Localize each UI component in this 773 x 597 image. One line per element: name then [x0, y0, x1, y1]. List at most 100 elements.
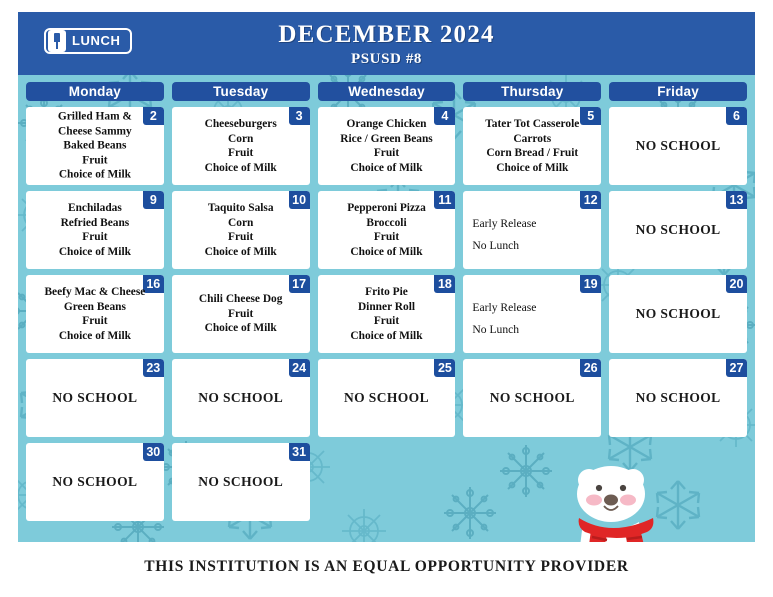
- menu-line: Green Beans: [63, 300, 126, 313]
- no-school-label: NO SCHOOL: [635, 306, 721, 321]
- calendar-day-cell[interactable]: 30 NO SCHOOL: [26, 443, 164, 521]
- calendar-day-cell[interactable]: 24 NO SCHOOL: [171, 359, 310, 437]
- calendar-day-cell[interactable]: 9 Enchiladas Refried Beans Fruit Choice of M…: [26, 191, 164, 269]
- menu-line: Pepperoni Pizza: [347, 201, 426, 214]
- menu-line: Grilled Ham &: [57, 110, 132, 123]
- calendar-day-cell[interactable]: 17 Chili Cheese Dog Fruit Choice of Milk: [171, 275, 310, 353]
- day-header-row: Monday Tuesday Wednesday Thursday Friday: [26, 82, 747, 101]
- title-block: DECEMBER 2024 PSUSD #8: [18, 20, 755, 69]
- menu-line: Choice of Milk: [350, 161, 423, 174]
- menu-line: Orange Chicken: [346, 117, 427, 130]
- menu-line: Corn Bread / Fruit: [486, 147, 579, 159]
- no-school-label: NO SCHOOL: [635, 138, 721, 153]
- menu-line: Corn: [228, 132, 254, 145]
- calendar-day-cell[interactable]: 4 Orange Chicken Rice / Green Beans Fruit Ch…: [317, 107, 456, 185]
- calendar-day-cell[interactable]: 3 Cheeseburgers Corn Fruit Choice of Milk: [171, 107, 310, 185]
- calendar-day-cell[interactable]: 11 Pepperoni Pizza Broccoli Fruit Choice of …: [317, 191, 456, 269]
- menu-items: Frito Pie Dinner Roll Fruit Choice of Milk: [321, 285, 453, 343]
- menu-line: Choice of Milk: [350, 329, 423, 342]
- menu-line: Choice of Milk: [58, 329, 131, 342]
- menu-items: Chili Cheese Dog Fruit Choice of Milk: [175, 292, 307, 336]
- menu-line: Fruit: [82, 315, 108, 327]
- calendar-day-cell[interactable]: 13 NO SCHOOL: [609, 191, 747, 269]
- day-note: Early Release No Lunch: [472, 213, 536, 257]
- menu-line: Corn: [228, 216, 254, 229]
- day-header-thursday: Thursday: [463, 82, 602, 101]
- menu-line: Fruit: [82, 231, 108, 243]
- menu-items: Taquito Salsa Corn Fruit Choice of Milk: [175, 201, 307, 259]
- no-school-label: NO SCHOOL: [635, 390, 721, 405]
- menu-line: Refried Beans: [60, 216, 130, 229]
- menu-line: Broccoli: [366, 216, 407, 229]
- calendar-day-cell[interactable]: 25 NO SCHOOL: [317, 359, 456, 437]
- menu-line: Choice of Milk: [496, 161, 569, 174]
- page-title: DECEMBER 2024: [278, 21, 495, 48]
- calendar-day-cell[interactable]: 16 Beefy Mac & Cheese Green Beans Fruit Choi…: [26, 275, 164, 353]
- no-school-label: NO SCHOOL: [489, 390, 575, 405]
- calendar-day-cell[interactable]: 26 NO SCHOOL: [463, 359, 602, 437]
- no-school-label: NO SCHOOL: [198, 390, 284, 405]
- calendar-week-row: 30 NO SCHOOL 31 NO SCHOOL: [26, 443, 747, 521]
- menu-line: Dinner Roll: [357, 300, 416, 313]
- day-number-badge: 30: [142, 443, 164, 461]
- calendar-week-row: 9 Enchiladas Refried Beans Fruit Choice of M…: [26, 191, 747, 269]
- menu-line: Fruit: [228, 147, 254, 159]
- no-school-label: NO SCHOOL: [52, 390, 138, 405]
- menu-line: Rice / Green Beans: [340, 132, 433, 145]
- footer-notice: THIS INSTITUTION IS AN EQUAL OPPORTUNITY…: [144, 558, 629, 575]
- menu-line: Fruit: [373, 231, 400, 243]
- menu-line: Fruit: [228, 231, 254, 243]
- note-line: No Lunch: [472, 239, 520, 252]
- day-number-badge: 25: [434, 359, 456, 377]
- calendar-day-cell[interactable]: 6 NO SCHOOL: [609, 107, 747, 185]
- no-school-label: NO SCHOOL: [343, 390, 429, 405]
- calendar-cell-empty: [318, 443, 456, 521]
- note-line: Early Release: [472, 217, 537, 230]
- no-school-label: NO SCHOOL: [635, 222, 721, 237]
- menu-items: Orange Chicken Rice / Green Beans Fruit Cho…: [321, 117, 453, 175]
- menu-line: Frito Pie: [365, 285, 408, 298]
- menu-line: Choice of Milk: [350, 245, 423, 258]
- day-header-tuesday: Tuesday: [171, 82, 310, 101]
- calendar-day-cell[interactable]: 18 Frito Pie Dinner Roll Fruit Choice of Mil…: [317, 275, 456, 353]
- day-note: Early Release No Lunch: [472, 297, 536, 341]
- calendar-day-cell[interactable]: 31 NO SCHOOL: [171, 443, 310, 521]
- menu-items: Grilled Ham & Cheese Sammy Baked Beans Frui…: [29, 110, 161, 183]
- day-number-badge: 17: [288, 275, 310, 293]
- district-subtitle: PSUSD #8: [350, 51, 423, 67]
- menu-line: Tater Tot Casserole: [485, 117, 580, 130]
- menu-line: Fruit: [373, 147, 400, 159]
- calendar-cell-empty: [609, 443, 747, 521]
- note-line: No Lunch: [472, 323, 520, 336]
- calendar-grid: Monday Tuesday Wednesday Thursday Friday…: [18, 75, 755, 542]
- menu-line: Choice of Milk: [58, 168, 131, 181]
- calendar-day-cell[interactable]: 27 NO SCHOOL: [609, 359, 747, 437]
- menu-items: Cheeseburgers Corn Fruit Choice of Milk: [175, 117, 307, 175]
- menu-line: Carrots: [513, 132, 552, 145]
- menu-line: Choice of Milk: [204, 245, 277, 258]
- calendar-day-cell[interactable]: 10 Taquito Salsa Corn Fruit Choice of Milk: [171, 191, 310, 269]
- calendar-day-cell[interactable]: 19 Early Release No Lunch: [463, 275, 602, 353]
- calendar-day-cell[interactable]: 5 Tater Tot Casserole Carrots Corn Bread / …: [463, 107, 602, 185]
- lunch-calendar-page: LUNCH DECEMBER 2024 PSUSD #8 Monday Tues…: [0, 0, 773, 597]
- calendar-week-row: 2 Grilled Ham & Cheese Sammy Baked Beans Fru…: [26, 107, 747, 185]
- header-bar: LUNCH DECEMBER 2024 PSUSD #8: [18, 12, 755, 75]
- menu-line: Choice of Milk: [58, 245, 131, 258]
- day-header-friday: Friday: [609, 82, 747, 101]
- menu-items: Enchiladas Refried Beans Fruit Choice of Mi…: [29, 201, 161, 259]
- no-school-label: NO SCHOOL: [52, 474, 138, 489]
- calendar-cell-empty: [463, 443, 601, 521]
- day-number-badge: 27: [725, 359, 747, 377]
- calendar-week-row: 16 Beefy Mac & Cheese Green Beans Fruit Choi…: [26, 275, 747, 353]
- menu-line: Enchiladas: [67, 201, 122, 214]
- no-school-label: NO SCHOOL: [198, 474, 284, 489]
- day-header-monday: Monday: [26, 82, 164, 101]
- calendar-day-cell[interactable]: 23 NO SCHOOL: [26, 359, 164, 437]
- menu-line: Fruit: [82, 154, 108, 167]
- calendar-day-cell[interactable]: 12 Early Release No Lunch: [463, 191, 602, 269]
- calendar-day-cell[interactable]: 2 Grilled Ham & Cheese Sammy Baked Beans Fru…: [26, 107, 164, 185]
- menu-items: Pepperoni Pizza Broccoli Fruit Choice of Mi…: [321, 201, 453, 259]
- calendar-day-cell[interactable]: 20 NO SCHOOL: [609, 275, 747, 353]
- day-number-badge: 20: [725, 275, 747, 293]
- menu-line: Fruit: [373, 315, 400, 327]
